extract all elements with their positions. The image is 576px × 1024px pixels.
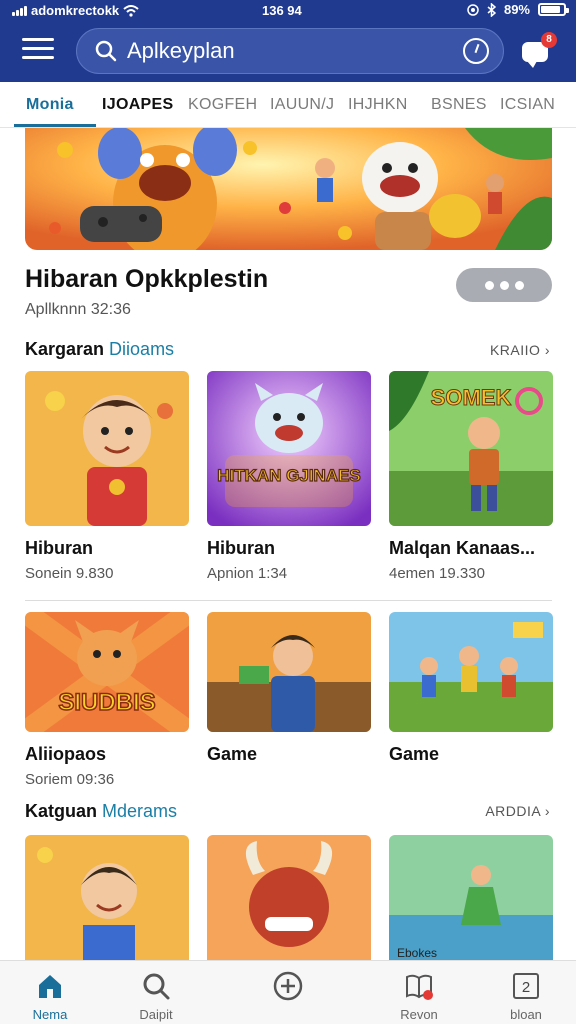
menu-button[interactable] [22, 38, 54, 64]
search-bar[interactable] [76, 28, 504, 74]
chat-badge: 8 [541, 32, 557, 48]
app-card[interactable]: Game [389, 612, 553, 765]
battery-percent: 89% [503, 2, 530, 17]
nav-label: Daipit [139, 1007, 173, 1022]
dot-icon [484, 280, 494, 290]
number-icon: 2 [513, 973, 539, 999]
home-icon [39, 975, 61, 998]
wifi-icon [123, 4, 139, 17]
see-all-link-2[interactable]: ARDDIA › [485, 803, 550, 819]
nav-icon-number: 2 [522, 979, 530, 996]
history-icon[interactable] [463, 38, 489, 64]
app-name: Aliiopaos [25, 744, 107, 764]
app-thumbnail-title: SIUDBIS [58, 689, 155, 716]
app-thumbnail: HITKAN GJINAES [207, 371, 371, 526]
bottom-navigation: Nema Daipit Revon 2 bloan [0, 960, 576, 1024]
app-name: Game [207, 744, 258, 764]
app-name: Game [389, 744, 440, 764]
app-card[interactable]: Hiburan Sonein 9.830 [25, 371, 189, 582]
see-all-label: ARDDIA [485, 803, 541, 819]
app-card[interactable] [207, 835, 371, 960]
more-options-button[interactable] [456, 268, 552, 302]
section-title-accent: Mderams [102, 801, 178, 821]
app-card[interactable]: Ebokes [389, 835, 553, 960]
tab-iauunj[interactable]: IAUUN/J [270, 96, 334, 114]
chevron-right-icon: › [544, 342, 550, 358]
hero-banner[interactable] [25, 128, 552, 250]
app-thumbnail [25, 835, 189, 960]
signal-icon [12, 5, 27, 16]
section-title-2: Katguan Mderams [25, 801, 177, 822]
see-all-label: KRAIIO [489, 342, 541, 358]
nav-label: Nema [32, 1007, 68, 1022]
app-meta: Sonein 9.830 [25, 565, 114, 582]
search-input[interactable] [127, 38, 447, 64]
section-title-text: Katguan [25, 801, 97, 821]
hero-subtitle: Apllknnn 32:36 [25, 301, 131, 318]
nav-label: Revon [400, 1007, 438, 1022]
app-thumbnail: Ebokes [389, 835, 553, 960]
app-card[interactable] [25, 835, 189, 960]
category-tabs: Monia IJOAPES KOGFEH IAUUN/J IHJHKN BSNE… [0, 82, 576, 128]
section-divider [25, 600, 552, 601]
tab-kogfeh[interactable]: KOGFEH [188, 96, 257, 114]
app-thumbnail [25, 371, 189, 526]
app-thumbnail: SOMEK [389, 371, 553, 526]
tab-icsian[interactable]: ICSIAN [500, 96, 555, 114]
bluetooth-icon [487, 2, 496, 17]
status-right: 89% [467, 2, 569, 17]
chat-button[interactable]: 8 [520, 32, 557, 68]
hamburger-icon [22, 38, 54, 41]
app-thumbnail-title: HITKAN GJINAES [217, 466, 361, 485]
app-thumbnail-title: Ebokes [397, 946, 437, 960]
nav-label: bloan [510, 1007, 542, 1022]
tab-ihjhkn[interactable]: IHJHKN [348, 96, 408, 114]
chevron-right-icon: › [544, 803, 550, 819]
nav-add[interactable] [238, 961, 338, 1024]
carrier-name: adomkrectokk [31, 3, 120, 18]
app-thumbnail [207, 612, 371, 732]
nav-review[interactable]: Revon [369, 961, 469, 1024]
app-thumbnail [207, 835, 371, 960]
search-icon [95, 40, 117, 62]
nav-search[interactable]: Daipit [106, 961, 206, 1024]
app-card[interactable]: SIUDBIS Aliiopaos Soriem 09:36 [25, 612, 189, 788]
status-bar: adomkrectokk 136 94 89% [0, 0, 576, 22]
battery-icon [538, 3, 569, 16]
hero-artwork [25, 128, 552, 250]
app-name: Malqan Kanaas... [389, 538, 536, 558]
top-app-bar: adomkrectokk 136 94 89% 8 [0, 0, 576, 82]
app-name: Hiburan [25, 538, 94, 558]
app-name: Hiburan [207, 538, 276, 558]
hero-title: Hibaran Opkkplestin [25, 265, 269, 293]
book-icon [406, 974, 433, 1000]
plus-circle-icon [273, 971, 303, 1001]
section-title-1: Kargaran Diioams [25, 339, 174, 360]
location-icon [467, 3, 479, 16]
status-time: 136 94 [262, 3, 302, 18]
see-all-link-1[interactable]: KRAIIO › [490, 342, 550, 358]
tab-ijoapes[interactable]: IJOAPES [102, 96, 173, 114]
app-thumbnail: SIUDBIS [25, 612, 189, 732]
app-meta: 4emen 19.330 [389, 565, 485, 582]
section-title-accent: Diioams [109, 339, 175, 359]
app-meta: Soriem 09:36 [25, 771, 115, 788]
nav-bloan[interactable]: 2 bloan [476, 961, 576, 1024]
app-card[interactable]: SOMEK Malqan Kanaas... 4emen 19.330 [389, 371, 553, 582]
search-icon [143, 973, 170, 1000]
tab-monia[interactable]: Monia [26, 96, 74, 114]
tab-bsnes[interactable]: BSNES [431, 96, 487, 114]
carrier-info: adomkrectokk [12, 3, 139, 18]
app-thumbnail [389, 612, 553, 732]
nav-home[interactable]: Nema [0, 961, 100, 1024]
app-card[interactable]: HITKAN GJINAES Hiburan Apnion 1:34 [207, 371, 371, 582]
active-tab-indicator [14, 124, 96, 127]
app-thumbnail-title: SOMEK [431, 385, 512, 410]
section-title-text: Kargaran [25, 339, 105, 359]
app-meta: Apnion 1:34 [207, 565, 288, 582]
app-card[interactable]: Game [207, 612, 371, 765]
